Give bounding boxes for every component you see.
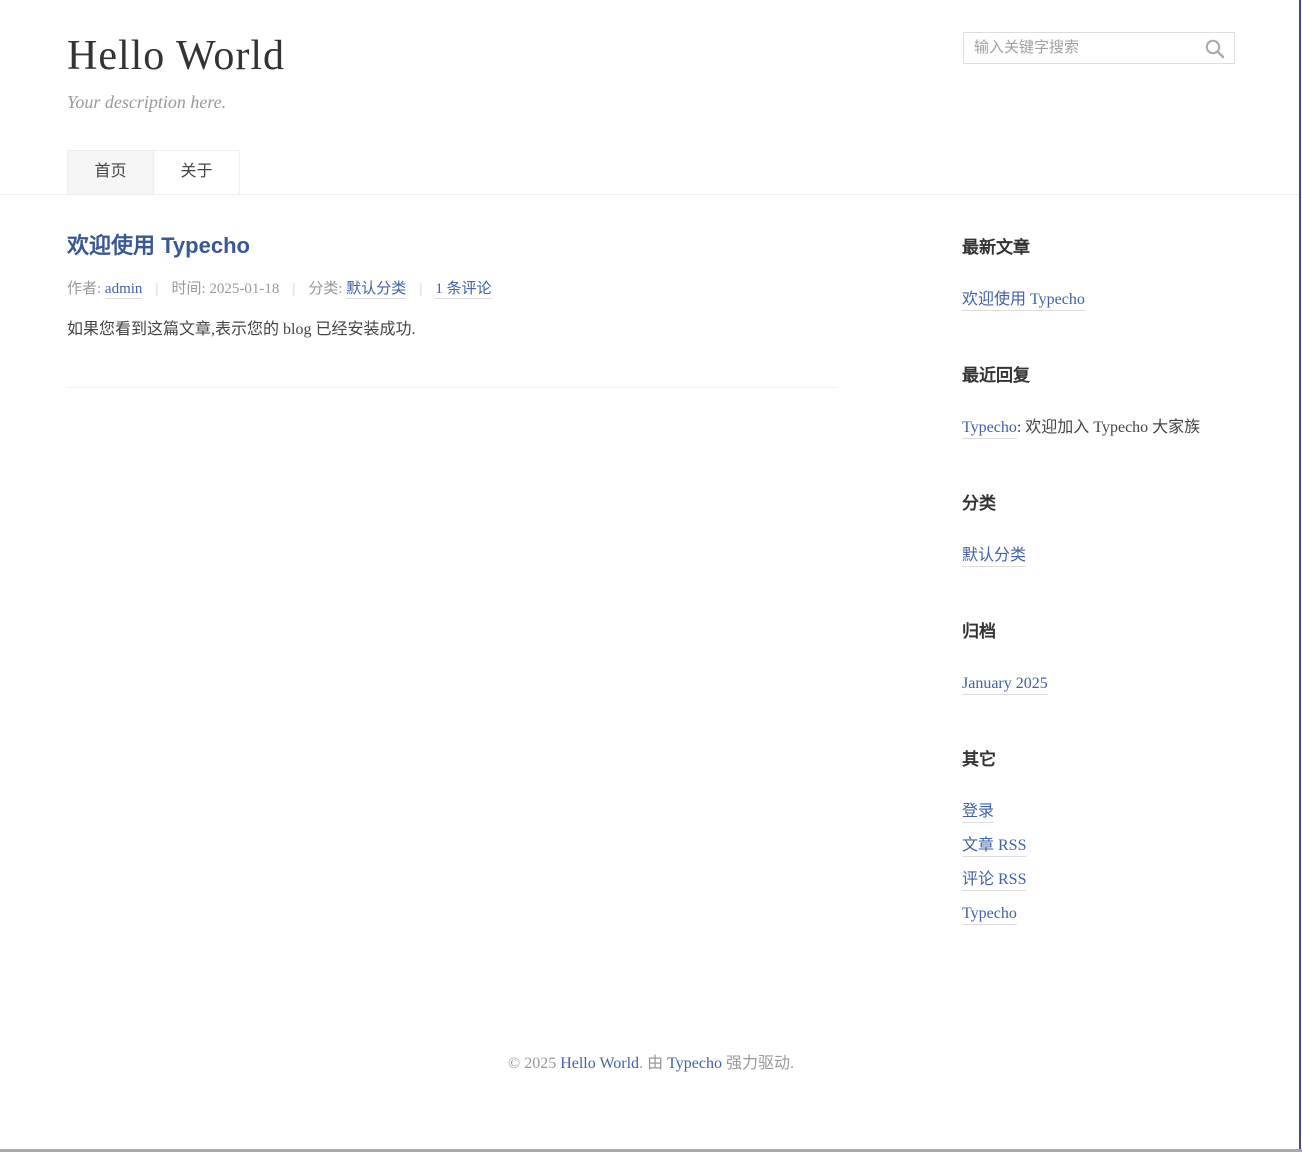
post-title: 欢迎使用 Typecho: [67, 233, 837, 259]
widget-misc-heading: 其它: [962, 745, 1235, 770]
widget-recent-posts: 最新文章 欢迎使用 Typecho: [962, 233, 1235, 317]
search-input[interactable]: [964, 33, 1234, 63]
site-footer: © 2025 Hello World. 由 Typecho 强力驱动.: [0, 1049, 1302, 1073]
typecho-link[interactable]: Typecho: [962, 905, 1017, 925]
category-link[interactable]: 默认分类: [346, 281, 406, 299]
login-link[interactable]: 登录: [962, 803, 994, 823]
site-description: Your description here.: [67, 92, 1235, 113]
reply-author-link[interactable]: Typecho: [962, 419, 1017, 439]
post-title-link[interactable]: 欢迎使用 Typecho: [67, 233, 250, 258]
post-rss-link[interactable]: 文章 RSS: [962, 837, 1026, 857]
footer-site-link[interactable]: Hello World: [560, 1055, 639, 1072]
post-divider: [67, 387, 837, 388]
list-item: Typecho: 欢迎加入 Typecho 大家族: [962, 411, 1235, 445]
search-icon[interactable]: [1204, 38, 1226, 60]
nav-tab-about[interactable]: 关于: [153, 150, 240, 194]
window-right-edge-line: [1299, 0, 1301, 1152]
content-area: 欢迎使用 Typecho 作者: admin | 时间: 2025-01-18 | 分类…: [67, 195, 1235, 975]
list-item: Typecho: [962, 897, 1235, 931]
post-meta: 作者: admin | 时间: 2025-01-18 | 分类: 默认分类 | 1 条评论: [67, 277, 837, 298]
widget-archives: 归档 January 2025: [962, 617, 1235, 701]
widget-recent-posts-heading: 最新文章: [962, 233, 1235, 258]
time-label: 时间:: [171, 281, 209, 297]
sidebar: 最新文章 欢迎使用 Typecho 最近回复 Typecho: 欢迎加入 Typ…: [962, 233, 1235, 975]
post: 欢迎使用 Typecho 作者: admin | 时间: 2025-01-18 | 分类…: [67, 233, 837, 341]
category-sidebar-link[interactable]: 默认分类: [962, 547, 1026, 567]
author-link[interactable]: admin: [105, 281, 143, 299]
list-item: 默认分类: [962, 539, 1235, 573]
main-nav: 首页 关于: [67, 150, 1235, 194]
meta-separator: |: [419, 281, 422, 297]
widget-categories-heading: 分类: [962, 489, 1235, 514]
reply-text: : 欢迎加入 Typecho 大家族: [1017, 419, 1200, 436]
comments-link[interactable]: 1 条评论: [435, 281, 491, 299]
nav-tab-home[interactable]: 首页: [67, 150, 154, 194]
list-item: January 2025: [962, 667, 1235, 701]
footer-middle-text: . 由: [639, 1055, 667, 1072]
widget-recent-replies-heading: 最近回复: [962, 361, 1235, 386]
list-item: 评论 RSS: [962, 863, 1235, 897]
recent-post-link[interactable]: 欢迎使用 Typecho: [962, 291, 1085, 311]
comment-rss-link[interactable]: 评论 RSS: [962, 871, 1026, 891]
list-item: 文章 RSS: [962, 829, 1235, 863]
meta-separator: |: [155, 281, 158, 297]
search-box: [963, 32, 1235, 64]
meta-separator: |: [292, 281, 295, 297]
copyright-text: © 2025: [508, 1055, 560, 1072]
widget-archives-heading: 归档: [962, 617, 1235, 642]
site-header: Hello World Your description here. 首页 关于: [0, 0, 1302, 195]
site-title-link[interactable]: Hello World: [67, 33, 285, 79]
widget-recent-replies: 最近回复 Typecho: 欢迎加入 Typecho 大家族: [962, 361, 1235, 445]
archive-link[interactable]: January 2025: [962, 675, 1048, 695]
footer-suffix-text: 强力驱动.: [722, 1055, 794, 1072]
widget-categories: 分类 默认分类: [962, 489, 1235, 573]
post-date: 2025-01-18: [209, 281, 279, 297]
post-body: 如果您看到这篇文章,表示您的 blog 已经安装成功.: [67, 319, 837, 341]
list-item: 登录: [962, 795, 1235, 829]
footer-engine-link[interactable]: Typecho: [667, 1055, 722, 1072]
widget-misc: 其它 登录 文章 RSS 评论 RSS Typecho: [962, 745, 1235, 931]
list-item: 欢迎使用 Typecho: [962, 283, 1235, 317]
author-label: 作者:: [67, 281, 105, 297]
category-label: 分类:: [308, 281, 346, 297]
main-column: 欢迎使用 Typecho 作者: admin | 时间: 2025-01-18 | 分类…: [67, 233, 837, 388]
